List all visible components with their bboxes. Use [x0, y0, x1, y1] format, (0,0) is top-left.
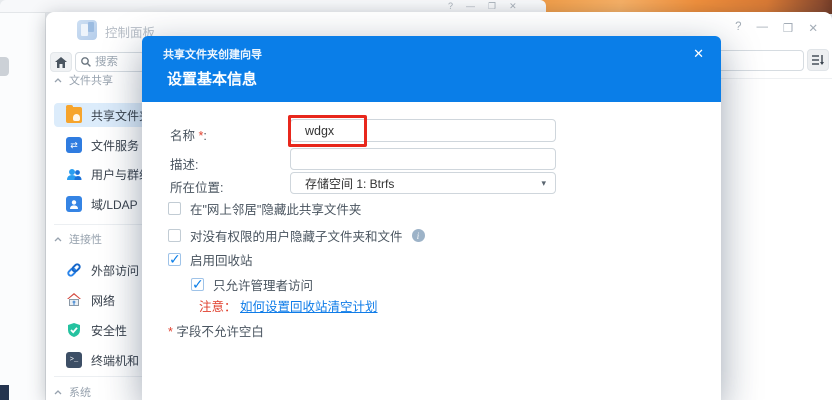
admin-only-row: 只允许管理者访问 [191, 275, 313, 294]
sidebar-section-connectivity[interactable]: 连接性 [54, 231, 102, 247]
sidebar-item-file-services[interactable]: ⇄ 文件服务 [54, 133, 147, 157]
wizard-title: 共享文件夹创建向导 [163, 49, 262, 61]
background-window-dark-fragment [0, 385, 9, 400]
sidebar-item-security[interactable]: 安全性 [54, 318, 147, 342]
note-label: 注意： [199, 300, 237, 314]
annotation-highlight-rect [288, 115, 367, 147]
location-label: 所在位置: [170, 181, 224, 195]
location-select[interactable]: 存储空间 1: Btrfs ▾ [290, 172, 556, 194]
sidebar-item-network[interactable]: 网络 [54, 288, 147, 312]
domain-ldap-icon [66, 196, 82, 212]
sidebar-item-external-access[interactable]: 外部访问 [54, 258, 147, 282]
chevron-down-icon: ▾ [541, 177, 546, 188]
step-title: 设置基本信息 [167, 71, 258, 88]
user-group-icon [66, 166, 82, 182]
description-input[interactable] [290, 148, 556, 170]
chevron-up-icon [54, 77, 62, 82]
hide-subfolders-row: 对没有权限的用户隐藏子文件夹和文件 i [168, 226, 425, 245]
terminal-icon: >_ [66, 352, 82, 368]
hide-network-places-row: 在"网上邻居"隐藏此共享文件夹 [168, 199, 361, 218]
shared-folder-icon [66, 105, 82, 123]
sidebar-section-file-sharing[interactable]: 文件共享 [54, 72, 113, 88]
chevron-up-icon [54, 236, 62, 241]
background-window-fragment [0, 57, 9, 76]
hide-network-places-checkbox[interactable] [168, 202, 181, 215]
close-icon[interactable]: ✕ [808, 21, 818, 35]
sidebar-section-system[interactable]: 系统 [54, 384, 91, 400]
note-row: 注意： 如何设置回收站清空计划 [199, 296, 378, 315]
home-icon [55, 56, 67, 68]
hide-subfolders-checkbox[interactable] [168, 229, 181, 242]
dialog-header: 共享文件夹创建向导 设置基本信息 ✕ [142, 36, 721, 102]
screen: ? — ❐ ✕ 控制面板 ? — ❐ ✕ 搜索 文件共享 共享文件夹 ⇄ 文件服… [0, 0, 832, 400]
sidebar-item-shared-folder[interactable]: 共享文件夹 [54, 103, 151, 127]
sort-icon [811, 55, 824, 65]
shared-folder-wizard-dialog: 共享文件夹创建向导 设置基本信息 ✕ 名称 *: 描述: 所在位置: 存储空间 … [142, 36, 721, 400]
name-label: 名称 *: [170, 129, 207, 143]
external-access-icon [66, 262, 82, 278]
search-icon [81, 57, 91, 67]
minimize-icon[interactable]: — [757, 21, 769, 35]
help-icon[interactable]: ? [735, 21, 741, 35]
home-button[interactable] [50, 52, 72, 72]
background-window-edge [0, 13, 46, 400]
sidebar-divider [54, 376, 146, 377]
sidebar-item-terminal-snmp[interactable]: >_ 终端机和 SNMP [54, 348, 177, 372]
network-icon [66, 292, 82, 308]
admin-only-checkbox[interactable] [191, 276, 204, 293]
security-shield-icon [66, 322, 82, 338]
description-label: 描述: [170, 158, 199, 172]
recycle-bin-schedule-link[interactable]: 如何设置回收站清空计划 [240, 300, 378, 314]
enable-recycle-bin-row: 启用回收站 [168, 250, 253, 269]
sidebar-divider [54, 224, 146, 225]
maximize-icon[interactable]: ❐ [783, 21, 793, 35]
footnote: * 字段不允许空白 [168, 325, 264, 339]
sidebar-item-domain-ldap[interactable]: 域/LDAP [54, 192, 147, 216]
enable-recycle-bin-checkbox[interactable] [168, 251, 181, 268]
file-services-icon: ⇄ [66, 137, 82, 153]
chevron-up-icon [54, 389, 62, 394]
dialog-close-icon[interactable]: ✕ [693, 46, 704, 62]
search-input[interactable] [95, 56, 135, 68]
sort-button[interactable] [807, 49, 829, 71]
info-icon[interactable]: i [411, 229, 425, 242]
control-panel-app-icon [77, 20, 97, 40]
sidebar-search[interactable] [75, 52, 145, 72]
sidebar-item-user-group[interactable]: 用户与群组 [54, 162, 151, 186]
